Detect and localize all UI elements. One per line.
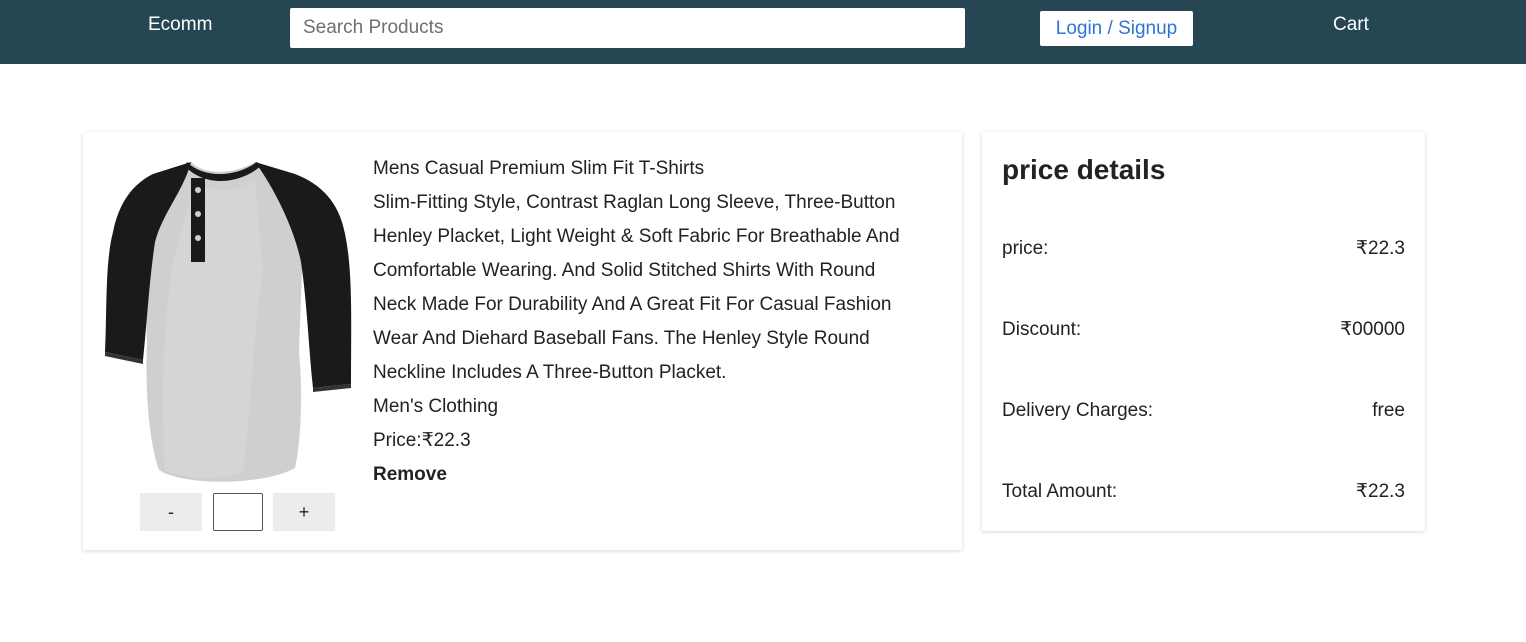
product-description-line: Henley Placket, Light Weight & Soft Fabr… <box>373 226 900 247</box>
top-nav-bar: Ecomm Login / Signup Cart <box>0 0 1526 64</box>
product-description-line: Wear And Diehard Baseball Fans. The Henl… <box>373 328 870 349</box>
delivery-charges-value: free <box>1372 400 1405 421</box>
product-description-line: Slim-Fitting Style, Contrast Raglan Long… <box>373 192 896 213</box>
product-description-line: Neckline Includes A Three-Button Placket… <box>373 362 727 383</box>
discount-value: ₹00000 <box>1340 319 1405 340</box>
discount-row: Discount: ₹00000 <box>1002 315 1405 345</box>
product-details: Mens Casual Premium Slim Fit T-Shirts Sl… <box>373 152 933 492</box>
delivery-charges-label: Delivery Charges: <box>1002 400 1153 421</box>
price-details-card: price details price: ₹22.3 Discount: ₹00… <box>982 132 1425 531</box>
total-amount-label: Total Amount: <box>1002 481 1118 502</box>
product-price: Price:₹22.3 <box>373 430 471 451</box>
login-signup-button[interactable]: Login / Signup <box>1040 11 1193 46</box>
product-category: Men's Clothing <box>373 396 499 417</box>
decrease-quantity-button[interactable]: - <box>140 493 202 531</box>
price-row: price: ₹22.3 <box>1002 234 1405 264</box>
product-image <box>105 162 352 482</box>
delivery-charges-row: Delivery Charges: free <box>1002 396 1405 426</box>
price-value: ₹22.3 <box>1355 238 1405 259</box>
price-details-heading: price details <box>1002 154 1166 185</box>
total-amount-row: Total Amount: ₹22.3 <box>1002 477 1405 507</box>
price-label: price: <box>1002 238 1049 259</box>
cart-item-card: - + Mens Casual Premium Slim Fit T-Shirt… <box>83 132 962 550</box>
brand-logo[interactable]: Ecomm <box>148 14 212 36</box>
increase-quantity-button[interactable]: + <box>273 493 335 531</box>
product-title: Mens Casual Premium Slim Fit T-Shirts <box>373 158 705 179</box>
product-description-line: Comfortable Wearing. And Solid Stitched … <box>373 260 876 281</box>
remove-item-button[interactable]: Remove <box>373 458 447 492</box>
search-input[interactable] <box>290 8 965 48</box>
discount-label: Discount: <box>1002 319 1082 340</box>
quantity-input[interactable] <box>213 493 263 531</box>
product-description-line: Neck Made For Durability And A Great Fit… <box>373 294 892 315</box>
total-amount-value: ₹22.3 <box>1355 481 1405 502</box>
cart-link[interactable]: Cart <box>1333 14 1369 36</box>
